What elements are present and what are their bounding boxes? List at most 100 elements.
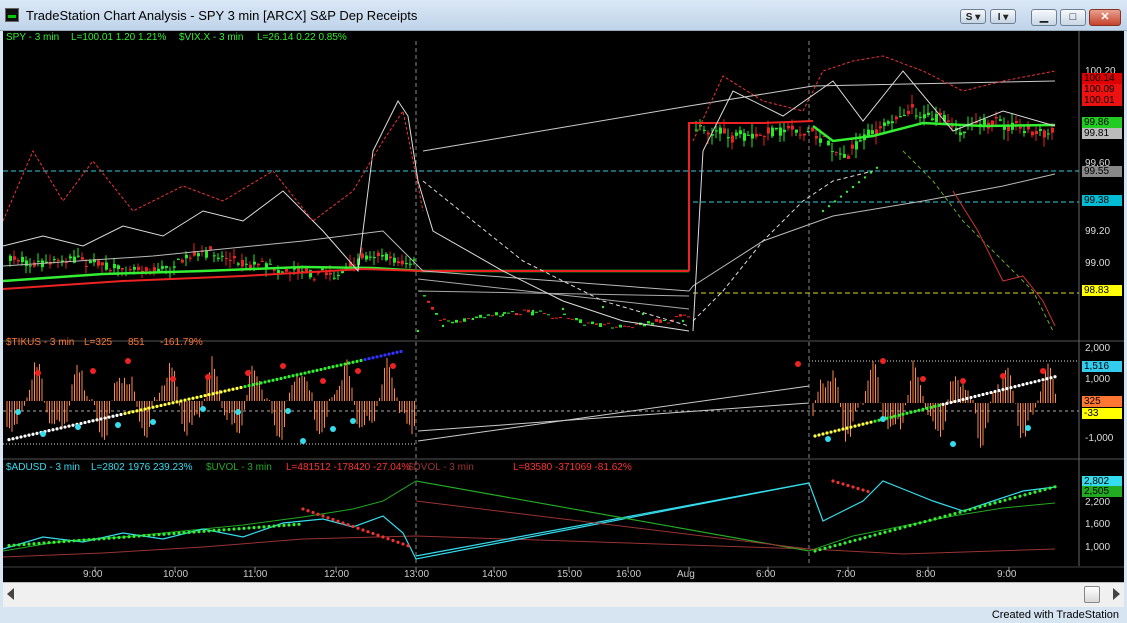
candle: [245, 263, 248, 265]
tick-trend-dot: [937, 403, 941, 407]
price-legend-item: L=26.14 0.22 0.85%: [257, 32, 347, 43]
adusd-trend-dot: [282, 523, 286, 527]
candle: [807, 130, 810, 132]
adusd-trend-dot: [227, 527, 231, 532]
adusd-trend-dot: [861, 488, 865, 492]
candle: [253, 261, 256, 265]
sar-dot: [839, 195, 843, 198]
candle: [393, 257, 396, 263]
adusd-trend-dot: [162, 532, 166, 536]
candle: [759, 134, 762, 136]
tick-trough-marker: [950, 441, 956, 447]
candle: [423, 295, 426, 297]
candle: [543, 313, 546, 315]
candle: [603, 324, 606, 326]
breadth-legend-item: L=481512 -178420 -27.04%: [286, 462, 411, 473]
adusd-trend-dot: [112, 536, 116, 540]
price-badge: 99.86: [1082, 117, 1122, 128]
breadth-legend-item: $ADUSD - 3 min: [6, 462, 80, 473]
candle: [491, 315, 494, 317]
window-title: TradeStation Chart Analysis - SPY 3 min …: [26, 8, 418, 23]
tick-trend-dot: [837, 428, 841, 432]
chart-area[interactable]: 9:00 10:00 11:00 12:00 13:00 14:00 15:00 16:00 A…: [3, 31, 1124, 582]
adusd-trend-dot: [62, 539, 66, 544]
breadth-legend-item: $UVOL - 3 min: [206, 462, 272, 473]
tick-trend-dot: [239, 385, 243, 390]
maximize-button[interactable]: □: [1060, 9, 1086, 26]
tick-peak-marker: [170, 376, 176, 382]
horizontal-scrollbar[interactable]: [3, 582, 1124, 607]
scroll-thumb[interactable]: [1084, 586, 1100, 603]
tick-trend-dot: [921, 407, 925, 411]
tick-trend-dot: [223, 389, 227, 393]
adusd-trend-dot: [386, 537, 390, 541]
adusd-trend-dot: [117, 535, 121, 540]
adusd-trend-dot: [838, 542, 842, 546]
tick-trend-dot: [231, 387, 235, 391]
tick-trend-dot: [977, 393, 981, 398]
candle: [459, 321, 462, 323]
adusd-trend-dot: [197, 530, 201, 534]
tick-trend-dot: [1041, 378, 1045, 382]
adusd-trend-dot: [87, 538, 91, 542]
candle: [1039, 129, 1042, 132]
candle: [409, 263, 412, 265]
scroll-left-arrow-icon[interactable]: [7, 588, 14, 600]
candle: [53, 259, 56, 261]
candle: [73, 256, 76, 263]
candle: [213, 255, 216, 257]
adusd-trend-dot: [1043, 487, 1047, 492]
tick-trend-dot: [315, 368, 319, 372]
candle: [619, 324, 622, 328]
candle: [523, 309, 526, 311]
tick-legend-item: 851: [128, 337, 145, 348]
minimize-button[interactable]: ▁: [1031, 9, 1057, 26]
tick-trend-dot: [925, 406, 929, 410]
tick-trend-dot: [981, 392, 985, 397]
adusd-trend-dot: [257, 525, 261, 529]
candle: [185, 254, 188, 259]
tick-trend-dot: [71, 423, 75, 427]
tick-trend-dot: [191, 396, 195, 400]
candle: [1043, 130, 1046, 138]
tick-trend-dot: [897, 413, 901, 417]
candle: [479, 314, 482, 318]
candle: [361, 253, 364, 259]
candle: [947, 120, 950, 122]
adusd-trend-dot: [157, 532, 161, 537]
i-menu-button[interactable]: I ▾: [990, 9, 1016, 24]
candle: [551, 317, 554, 319]
candle: [369, 256, 372, 258]
candle: [377, 252, 380, 257]
tick-trend-dot: [99, 417, 103, 421]
candle: [281, 271, 284, 273]
tick-trend-dot: [275, 377, 279, 381]
close-button[interactable]: ✕: [1089, 9, 1121, 26]
tick-trend-dot: [347, 361, 351, 365]
candle: [935, 113, 938, 123]
candle: [1047, 133, 1050, 135]
candle: [397, 261, 400, 264]
adusd-trend-dot: [873, 533, 877, 537]
adusd-trend-dot: [172, 531, 176, 536]
candle: [1051, 127, 1054, 133]
adusd-trend-dot: [142, 534, 146, 538]
tick-peak-marker: [205, 374, 211, 380]
tick-trend-dot: [813, 434, 817, 438]
candle: [109, 270, 112, 272]
tick-trend-dot: [1053, 375, 1057, 379]
adusd-trend-dot: [77, 538, 81, 543]
candle: [659, 319, 662, 323]
tick-trend-dot: [957, 398, 961, 403]
tick-trend-dot: [913, 409, 917, 413]
breadth-legend-item: 1976 239.23%: [128, 462, 193, 473]
tick-peak-marker: [1000, 373, 1006, 379]
candle: [77, 255, 80, 257]
adusd-trend-dot: [898, 526, 902, 530]
chart-canvas[interactable]: [3, 31, 1124, 582]
scroll-right-arrow-icon[interactable]: [1113, 588, 1120, 600]
tick-legend-item: $TIKUS - 3 min: [6, 337, 75, 348]
tick-trough-marker: [200, 406, 206, 412]
adusd-trend-dot: [831, 479, 835, 483]
s-menu-button[interactable]: S ▾: [960, 9, 986, 24]
